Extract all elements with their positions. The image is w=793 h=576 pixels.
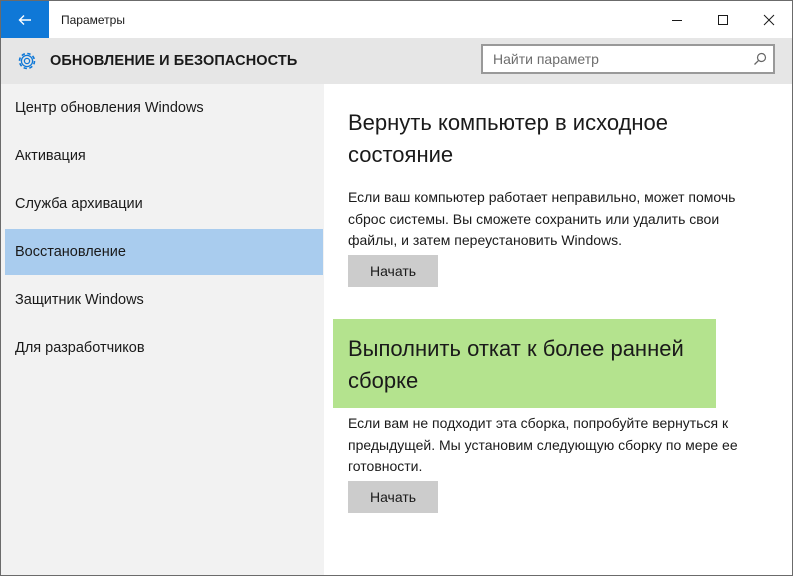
minimize-icon xyxy=(672,19,682,21)
sidebar-item-label: Восстановление xyxy=(15,244,126,260)
sidebar-item-label: Активация xyxy=(15,148,86,164)
main-content: Вернуть компьютер в исходное состояние Е… xyxy=(324,84,792,575)
sidebar-item-activation[interactable]: Активация xyxy=(5,133,323,179)
search-icon[interactable] xyxy=(753,52,767,66)
sidebar-item-windows-defender[interactable]: Защитник Windows xyxy=(5,277,323,323)
sidebar-item-label: Центр обновления Windows xyxy=(15,100,204,116)
maximize-button[interactable] xyxy=(700,1,746,38)
sidebar-item-developers[interactable]: Для разработчиков xyxy=(5,325,323,371)
title-line: Выполнить откат к более ранней xyxy=(348,336,684,361)
desc-line: сброс системы. Вы сможете сохранить или … xyxy=(348,210,720,227)
caption-buttons xyxy=(654,1,792,38)
sidebar-item-label: Для разработчиков xyxy=(15,340,145,356)
desc-line: Если ваш компьютер работает неправильно,… xyxy=(348,189,736,205)
reset-section-title: Вернуть компьютер в исходное состояние xyxy=(348,107,728,171)
title-line: сборке xyxy=(348,368,419,393)
desc-line: файлы, и затем переустановить Windows. xyxy=(348,232,623,248)
close-button[interactable] xyxy=(746,1,792,38)
desc-line: Если вам не подходит эта сборка, попробу… xyxy=(348,415,729,431)
search-input[interactable] xyxy=(483,46,743,72)
back-arrow-icon xyxy=(18,14,31,25)
gear-icon xyxy=(14,48,40,74)
window-title: Параметры xyxy=(61,12,125,27)
reset-section-description: Если ваш компьютер работает неправильно,… xyxy=(348,187,778,252)
search-box[interactable] xyxy=(481,44,775,74)
sidebar-item-label: Служба архивации xyxy=(15,196,143,212)
title-line: Вернуть компьютер в исходное xyxy=(348,110,669,135)
desc-line: готовности. xyxy=(348,458,423,474)
rollback-section-title: Выполнить откат к более ранней сборке xyxy=(348,333,728,397)
sidebar: Центр обновления Windows Активация Служб… xyxy=(1,84,324,575)
title-line: состояние xyxy=(348,142,454,167)
sidebar-item-label: Защитник Windows xyxy=(15,292,144,308)
settings-window: Параметры ОБНОВЛЕНИЕ И БЕЗОПАСНОСТЬ Найт… xyxy=(0,0,793,576)
rollback-start-button[interactable]: Начать xyxy=(348,481,438,513)
sidebar-item-backup[interactable]: Служба архивации xyxy=(5,181,323,227)
desc-line: предыдущей. Мы установим следующую сборк… xyxy=(348,436,738,453)
back-button[interactable] xyxy=(1,1,49,38)
minimize-button[interactable] xyxy=(654,1,700,38)
page-title: ОБНОВЛЕНИЕ И БЕЗОПАСНОСТЬ xyxy=(50,53,298,69)
rollback-section-description: Если вам не подходит эта сборка, попробу… xyxy=(348,413,778,478)
sidebar-item-recovery[interactable]: Восстановление xyxy=(5,229,323,275)
close-icon xyxy=(763,14,775,25)
reset-start-button[interactable]: Начать xyxy=(348,255,438,287)
page-header: ОБНОВЛЕНИЕ И БЕЗОПАСНОСТЬ xyxy=(1,38,792,84)
title-bar: Параметры xyxy=(1,1,792,38)
sidebar-item-windows-update[interactable]: Центр обновления Windows xyxy=(5,85,323,131)
maximize-icon xyxy=(718,14,728,25)
